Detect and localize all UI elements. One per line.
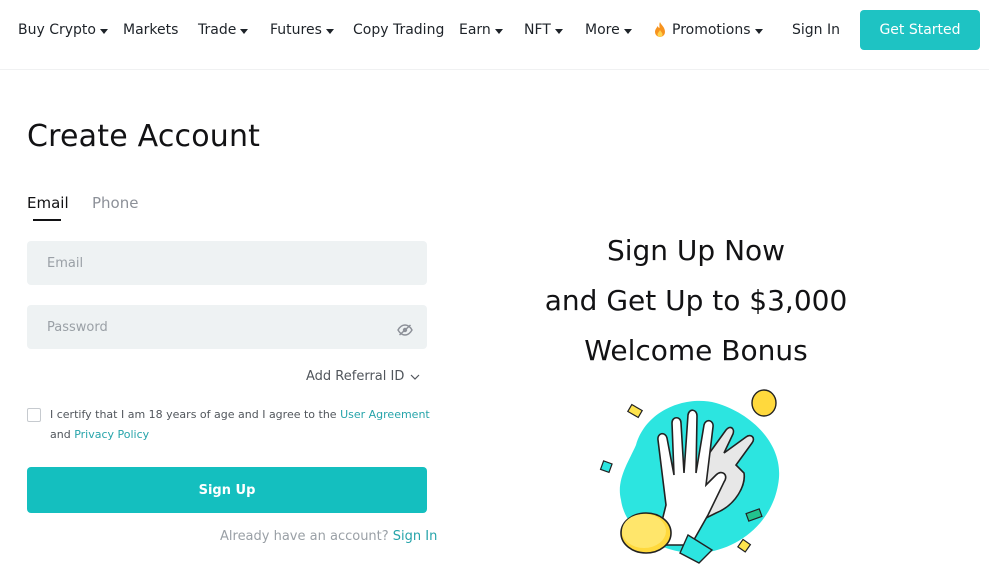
get-started-button[interactable]: Get Started [860,10,980,50]
promo-heading: Sign Up Now and Get Up to $3,000 Welcome… [500,226,892,376]
caret-down-icon [623,28,632,34]
high-five-hands-coins-illustration [599,389,780,564]
nav-markets[interactable]: Markets [123,20,178,40]
nav-trade[interactable]: Trade [198,20,249,40]
agree-text-2: and [50,427,75,441]
nav-futures[interactable]: Futures [270,20,334,40]
nav-earn[interactable]: Earn [459,20,503,40]
agreement-text: I certify that I am 18 years of age and … [50,405,430,444]
caret-down-icon [554,28,563,34]
page-title: Create Account [27,119,261,154]
chevron-down-icon [410,374,420,380]
nav-nft-label: NFT [524,22,551,38]
nav-nft[interactable]: NFT [524,20,563,40]
sign-up-button[interactable]: Sign Up [27,467,427,513]
privacy-policy-link[interactable]: Privacy Policy [74,428,149,441]
nav-earn-label: Earn [459,22,491,38]
nav-more[interactable]: More [585,20,632,40]
nav-copy-trading-label: Copy Trading [353,22,445,38]
email-input[interactable] [27,241,427,285]
agree-checkbox[interactable] [27,408,41,422]
promo-line-1: Sign Up Now [606,234,786,267]
agree-text-1: I certify that I am 18 years of age and … [50,408,341,421]
nav-sign-in[interactable]: Sign In [792,20,840,40]
referral-label: Add Referral ID [306,369,405,384]
nav-sign-in-label: Sign In [792,22,840,38]
nav-buy-crypto-label: Buy Crypto [18,22,96,38]
fire-icon [653,22,667,38]
caret-down-icon [494,28,503,34]
nav-promotions-label: Promotions [672,22,751,38]
nav-trade-label: Trade [198,22,237,38]
tab-email[interactable]: Email [27,193,69,213]
promo-line-3: Welcome Bonus [584,334,808,367]
active-tab-indicator [33,219,61,221]
nav-buy-crypto[interactable]: Buy Crypto [18,20,108,40]
top-navigation: Buy Crypto Markets Trade Futures Copy Tr… [0,0,989,70]
caret-down-icon [754,28,763,34]
caret-down-icon [240,28,249,34]
nav-markets-label: Markets [123,22,179,38]
nav-copy-trading[interactable]: Copy Trading [353,20,444,40]
user-agreement-link[interactable]: User Agreement [340,408,430,421]
nav-more-label: More [585,22,620,38]
already-text: Already have an account? [220,529,393,544]
password-input[interactable] [27,305,427,349]
add-referral-toggle[interactable]: Add Referral ID [306,368,420,386]
nav-promotions[interactable]: Promotions [653,20,763,40]
caret-down-icon [325,28,334,34]
nav-futures-label: Futures [270,22,322,38]
already-have-account: Already have an account? Sign In [220,529,437,544]
eye-hidden-icon[interactable] [397,321,413,336]
sign-in-link[interactable]: Sign In [393,529,438,544]
caret-down-icon [99,28,108,34]
promo-line-2: and Get Up to $3,000 [544,284,848,317]
tab-phone[interactable]: Phone [92,193,138,213]
